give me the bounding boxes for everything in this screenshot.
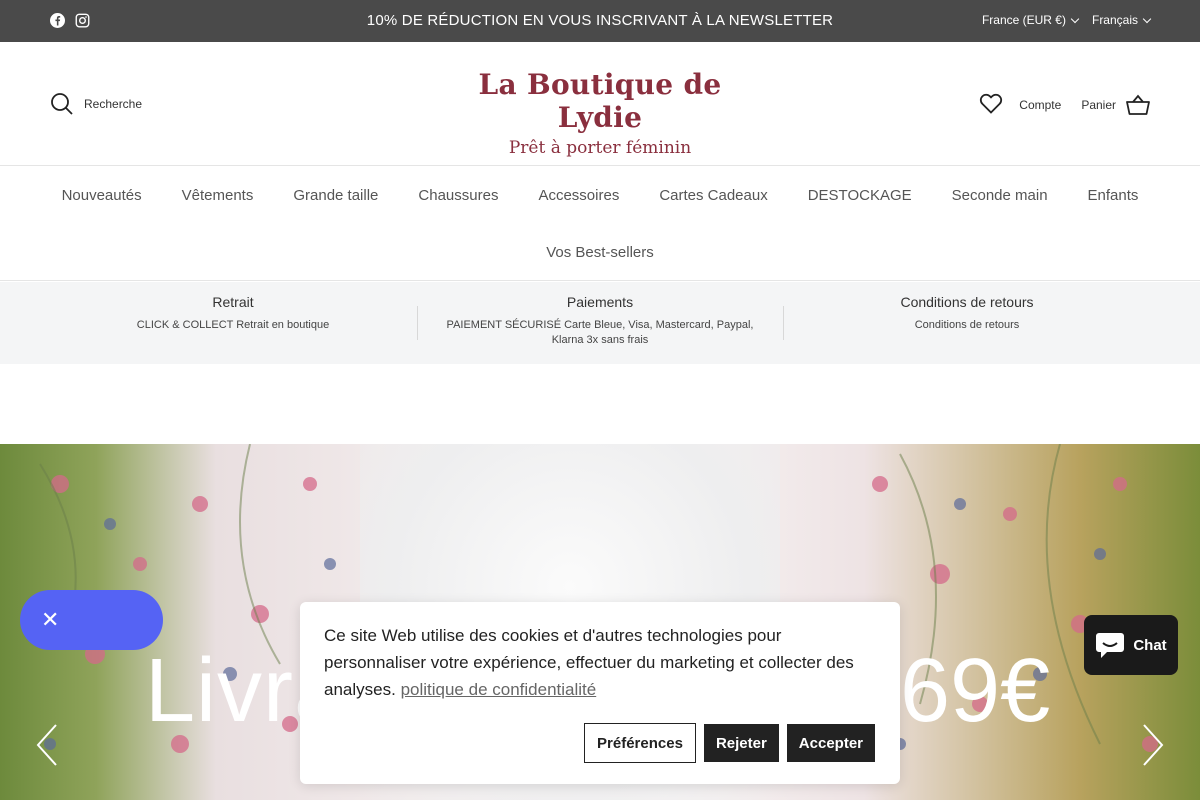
basket-icon [1126,94,1150,115]
cart-button[interactable]: Panier [1081,94,1150,116]
logo-title: La Boutique de Lydie [478,68,722,134]
search-label: Recherche [84,97,143,111]
country-label: France (EUR €) [981,13,1066,27]
announcement-bar: 10% DE RÉDUCTION EN VOUS INSCRIVANT À LA… [0,0,1200,42]
site-header: Recherche La Boutique de Lydie Prêt à po… [0,42,1200,166]
info-strip: Retrait CLICK & COLLECT Retrait en bouti… [0,282,1200,364]
info-paiements: Paiements PAIEMENT SÉCURISÉ Carte Bleue,… [417,294,783,348]
chevron-down-icon [1070,14,1080,23]
chat-bubble-icon [1096,633,1125,658]
nav-item[interactable]: Seconde main [952,187,1048,204]
info-title: Conditions de retours [900,294,1034,310]
nav-item[interactable]: Nouveautés [62,187,142,204]
cookie-banner: Ce site Web utilise des cookies et d'aut… [300,602,900,784]
cookie-message: Ce site Web utilise des cookies et d'aut… [324,622,874,703]
site-logo[interactable]: La Boutique de Lydie Prêt à porter fémin… [440,68,760,158]
popup-close-button[interactable]: ✕ [20,590,163,650]
nav-item[interactable]: Cartes Cadeaux [659,187,767,204]
info-desc: Conditions de retours [914,319,1020,331]
nav-row: Nouveautés Vêtements Grande taille Chaussur… [0,187,1200,204]
info-retours: Conditions de retours Conditions de reto… [784,294,1150,333]
info-retrait: Retrait CLICK & COLLECT Retrait en bouti… [50,294,416,333]
chevron-right-icon[interactable] [1142,724,1164,766]
nav-item[interactable]: Vêtements [182,187,254,204]
account-link[interactable]: Compte [1019,98,1061,112]
accept-button[interactable]: Accepter [786,724,875,762]
logo-subtitle: Prêt à porter féminin [508,138,692,158]
close-icon: ✕ [41,607,60,632]
nav-item[interactable]: Grande taille [293,187,378,204]
nav-item-best-sellers[interactable]: Vos Best-sellers [546,244,654,261]
main-navigation: Nouveautés Vêtements Grande taille Chaussur… [0,167,1200,281]
nav-item[interactable]: Enfants [1088,187,1139,204]
heart-icon [980,93,1003,114]
search-icon [51,93,73,115]
search-button[interactable]: Recherche [50,92,142,116]
info-title: Paiements [566,294,634,310]
chat-button[interactable]: Chat [1084,615,1178,675]
info-desc: CLICK & COLLECT Retrait en boutique [136,319,330,331]
language-selector[interactable]: Français [1091,13,1152,27]
hero-headline-end: 69€ [900,641,1051,741]
preferences-button[interactable]: Préférences [584,723,696,763]
chevron-left-icon[interactable] [36,724,58,766]
nav-item[interactable]: Accessoires [538,187,619,204]
country-selector[interactable]: France (EUR €) [981,13,1080,27]
nav-item[interactable]: DESTOCKAGE [808,187,912,204]
reject-button[interactable]: Rejeter [703,724,779,762]
info-desc: PAIEMENT SÉCURISÉ Carte Bleue, Visa, Mas… [446,319,754,346]
cart-label: Panier [1081,97,1116,112]
privacy-policy-link[interactable]: politique de confidentialité [401,680,597,699]
info-title: Retrait [212,294,254,310]
language-label: Français [1091,13,1138,27]
nav-item[interactable]: Chaussures [418,187,498,204]
chevron-down-icon [1142,14,1152,23]
wishlist-button[interactable] [979,92,1003,117]
chat-label: Chat [1133,636,1167,654]
